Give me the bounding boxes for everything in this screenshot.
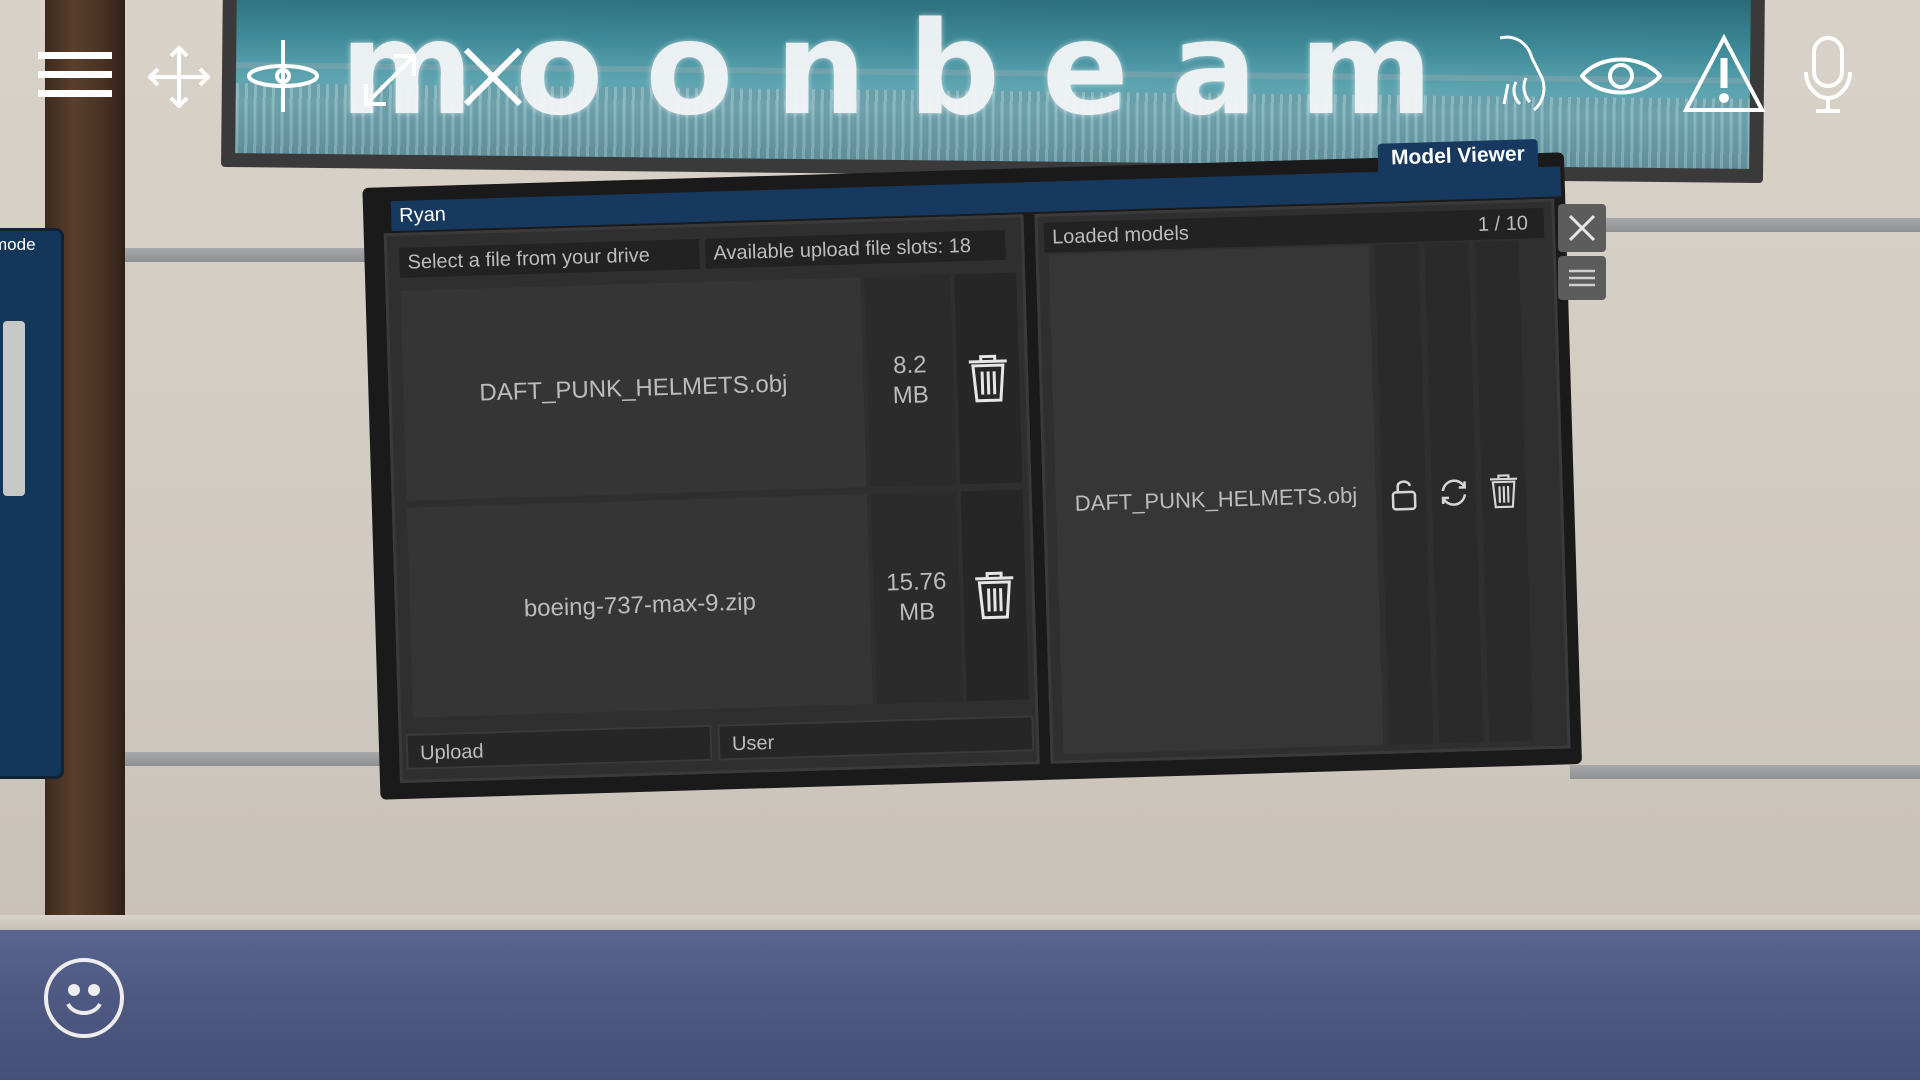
close-panel-button[interactable] [1558,204,1606,252]
file-row-name[interactable]: boeing-737-max-9.zip [406,494,873,718]
user-field[interactable]: User [717,715,1035,761]
remove-model-button[interactable] [1474,240,1534,742]
close-icon[interactable] [462,46,524,108]
panel-title: Model Viewer [1377,139,1539,174]
reload-model-button[interactable] [1424,242,1484,744]
warning-icon[interactable] [1682,34,1766,114]
loaded-model-name[interactable]: DAFT_PUNK_HELMETS.obj [1048,245,1384,755]
select-file-button[interactable]: Select a file from your drive [399,238,700,278]
file-row-size: 15.76 MB [870,491,963,704]
trash-icon [1489,474,1518,509]
menu-icon [1569,269,1595,287]
wall-rail [1570,765,1920,779]
menu-icon[interactable] [38,52,112,98]
unlock-icon [1391,480,1417,511]
trash-icon [968,354,1007,403]
upload-section: Select a file from your drive Available … [383,214,1040,784]
panel-menu-button[interactable] [1558,256,1606,300]
loaded-models-count: 1 / 10 [1477,212,1529,236]
scene: mode moonbeam Ryan Model Viewer Select a… [0,0,1920,1080]
resize-icon[interactable] [360,50,420,110]
file-size-unit: MB [898,598,936,627]
move-icon[interactable] [148,46,210,108]
loaded-models-header: Loaded models 1 / 10 [1043,207,1545,253]
delete-file-button[interactable] [954,272,1023,485]
panel-owner: Ryan [398,203,447,227]
loaded-models-section: Loaded models 1 / 10 DAFT_PUNK_HELMETS.o… [1034,198,1571,764]
trash-icon [975,571,1014,620]
model-viewer-panel: Ryan Model Viewer Select a file from you… [362,139,1582,800]
emoji-button[interactable] [44,958,124,1038]
upload-slots-label: Available upload file slots: 18 [705,229,1006,269]
microphone-icon[interactable] [1802,36,1854,114]
mode-label: mode [0,235,36,254]
loaded-models-title: Loaded models [1051,222,1190,249]
side-panel-slider[interactable] [3,321,25,496]
file-row-name[interactable]: DAFT_PUNK_HELMETS.obj [400,277,867,501]
side-panel[interactable]: mode [0,228,64,779]
file-size-value: 8.2 [892,351,927,380]
refresh-icon [1441,479,1467,506]
upload-button[interactable]: Upload [405,724,713,770]
orbit-icon[interactable] [245,38,321,114]
file-row-size: 8.2 MB [864,274,957,487]
close-icon [1568,214,1596,242]
file-size-value: 15.76 [885,567,947,597]
brand-logo: moonbeam [340,0,1475,140]
smiley-icon [66,984,102,1015]
hand-icon[interactable] [1486,32,1556,114]
room-floor [0,930,1920,1080]
lock-model-button[interactable] [1374,243,1434,745]
file-size-unit: MB [892,381,930,410]
eye-icon[interactable] [1580,52,1662,100]
delete-file-button[interactable] [960,489,1029,702]
